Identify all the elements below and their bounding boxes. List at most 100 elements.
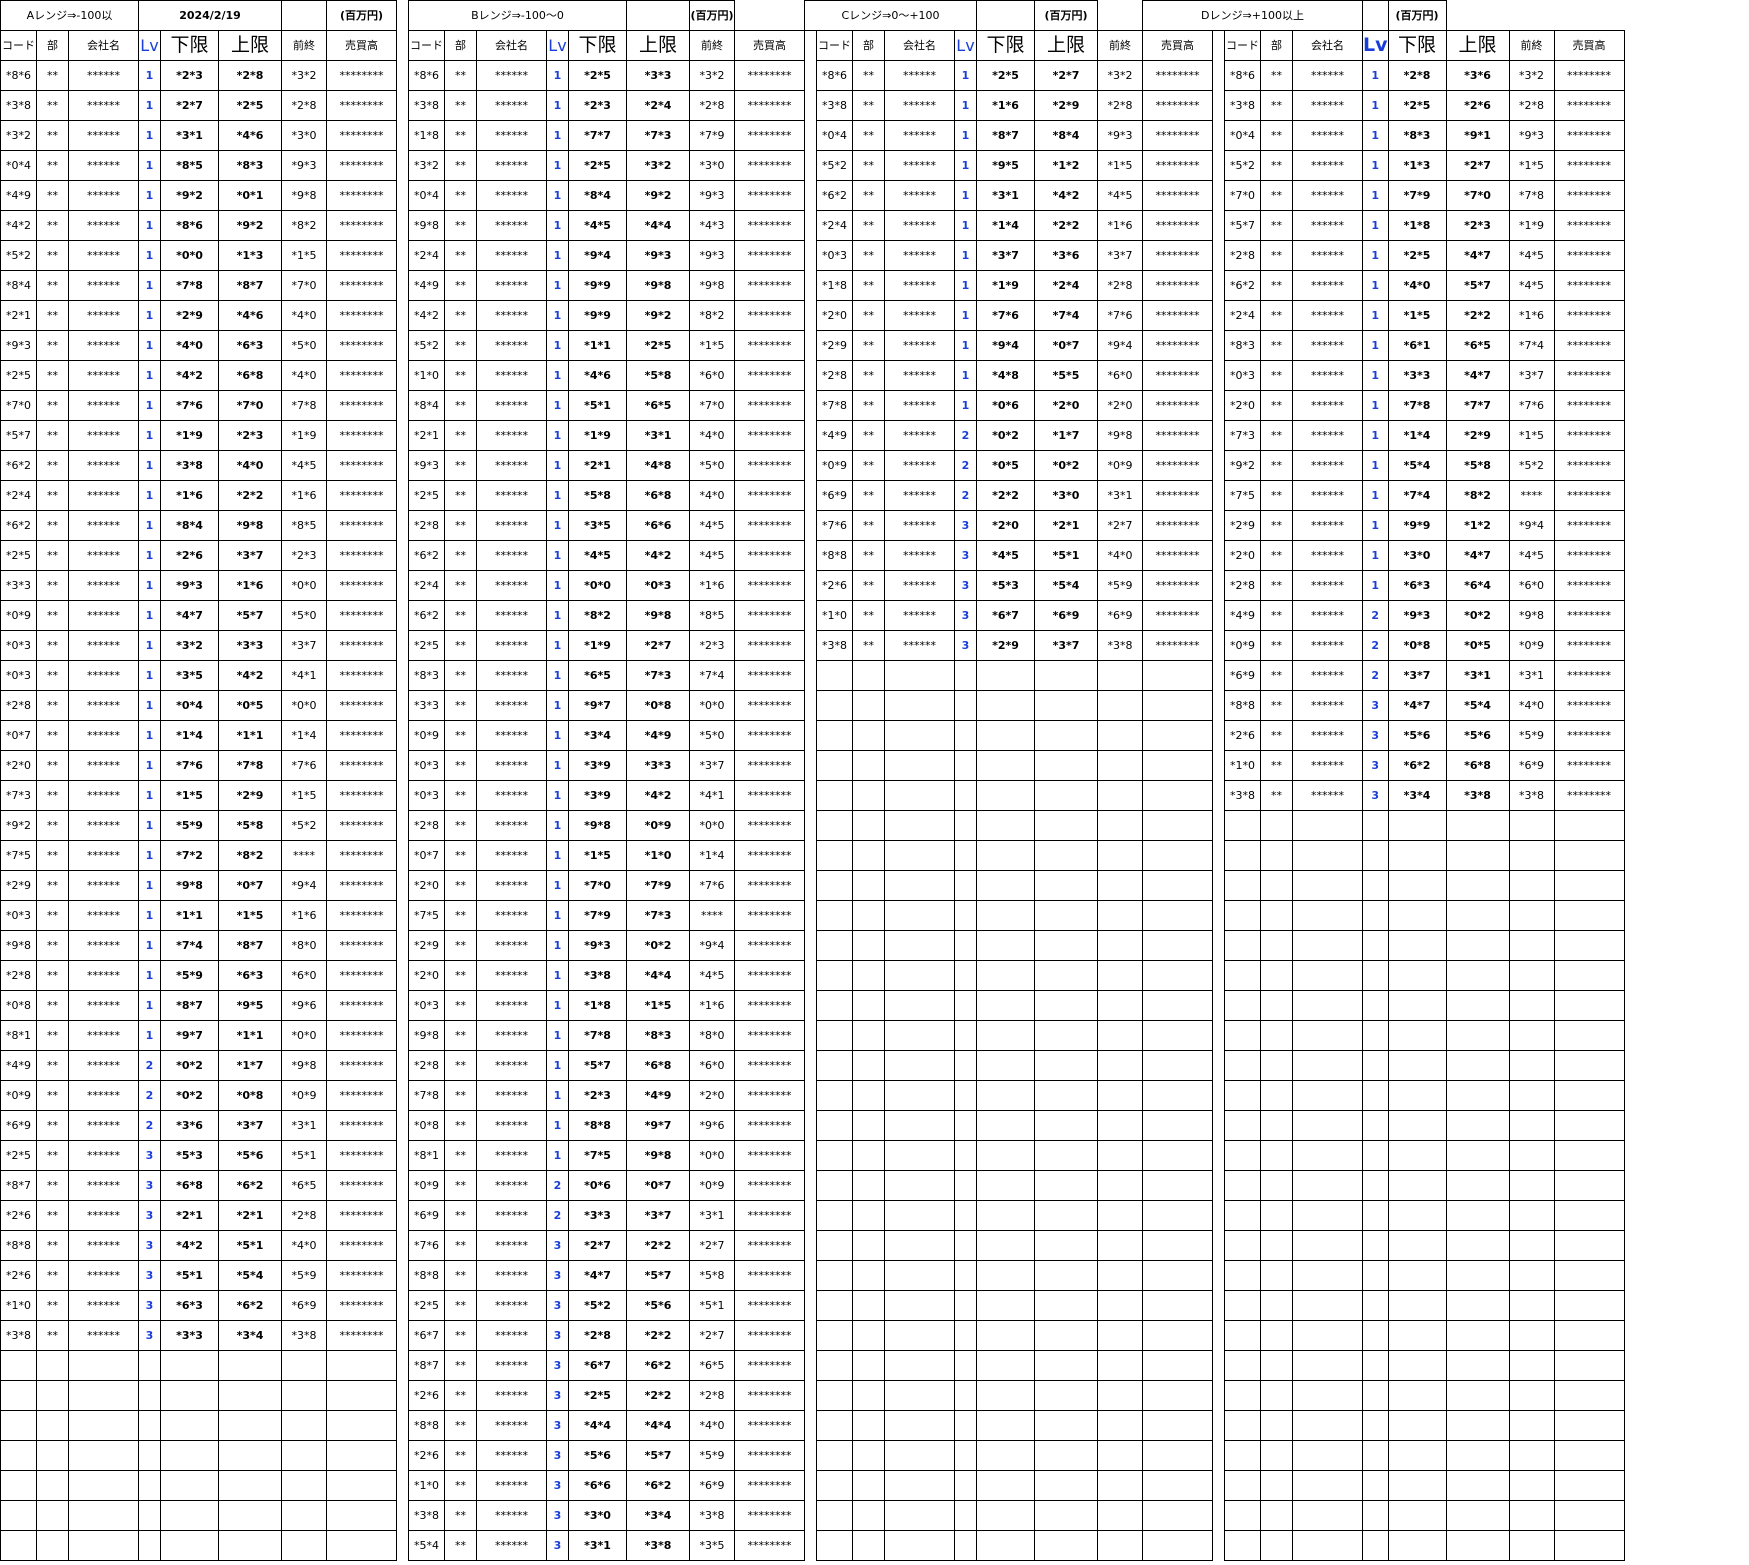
empty-cell[interactable] — [1224, 1110, 1261, 1141]
volume-cell[interactable]: ******** — [1553, 270, 1625, 301]
prev-close-cell[interactable]: *9*4 — [689, 930, 735, 961]
code-cell[interactable]: *6*2 — [408, 600, 445, 631]
lv-cell[interactable]: 2 — [1362, 660, 1389, 691]
empty-cell[interactable] — [1362, 1200, 1389, 1231]
empty-cell[interactable] — [852, 1260, 885, 1291]
bu-cell[interactable]: ** — [36, 660, 69, 691]
company-name-cell[interactable]: ****** — [476, 330, 547, 361]
prev-close-cell[interactable]: *3*0 — [281, 120, 327, 151]
bu-cell[interactable]: ** — [444, 420, 477, 451]
bu-cell[interactable]: ** — [36, 540, 69, 571]
lower-limit-cell[interactable]: *5*8 — [568, 480, 627, 511]
volume-cell[interactable]: ******** — [1553, 330, 1625, 361]
code-cell[interactable]: *2*5 — [408, 480, 445, 511]
lv-cell[interactable]: 1 — [1362, 450, 1389, 481]
prev-close-cell[interactable]: *8*2 — [281, 210, 327, 241]
empty-cell[interactable] — [976, 990, 1035, 1021]
company-name-cell[interactable]: ****** — [1292, 60, 1363, 91]
upper-limit-cell[interactable]: *9*8 — [626, 1140, 690, 1171]
prev-close-cell[interactable]: *1*5 — [1508, 420, 1555, 451]
code-cell[interactable]: *2*8 — [1224, 570, 1261, 601]
prev-close-cell[interactable]: *8*2 — [689, 300, 735, 331]
code-cell[interactable]: *2*9 — [0, 870, 37, 901]
prev-close-cell[interactable]: *5*0 — [281, 600, 327, 631]
bu-cell[interactable]: ** — [444, 510, 477, 541]
lv-cell[interactable]: 1 — [1362, 570, 1389, 601]
empty-cell[interactable] — [976, 1230, 1035, 1261]
empty-cell[interactable] — [884, 990, 955, 1021]
upper-limit-cell[interactable]: *9*1 — [1445, 120, 1510, 151]
empty-cell[interactable] — [1142, 1440, 1213, 1471]
empty-cell[interactable] — [852, 1470, 885, 1501]
empty-cell[interactable] — [1445, 1410, 1510, 1441]
company-name-cell[interactable]: ****** — [476, 300, 547, 331]
volume-cell[interactable]: ******** — [1553, 750, 1625, 781]
lv-cell[interactable]: 1 — [954, 330, 977, 361]
company-name-cell[interactable]: ****** — [1292, 660, 1363, 691]
empty-cell[interactable] — [816, 900, 853, 931]
volume-cell[interactable]: ******** — [734, 960, 805, 991]
bu-cell[interactable]: ** — [1260, 330, 1293, 361]
prev-close-cell[interactable]: *7*6 — [1508, 390, 1555, 421]
empty-cell[interactable] — [976, 870, 1035, 901]
code-cell[interactable]: *6*2 — [0, 510, 37, 541]
empty-cell[interactable] — [1362, 1050, 1389, 1081]
empty-cell[interactable] — [852, 1380, 885, 1411]
prev-close-cell[interactable]: *6*9 — [281, 1290, 327, 1321]
upper-limit-cell[interactable]: *3*7 — [218, 1110, 282, 1141]
lower-limit-cell[interactable]: *2*5 — [976, 60, 1035, 91]
code-cell[interactable]: *0*4 — [408, 180, 445, 211]
upper-limit-cell[interactable]: *6*3 — [218, 330, 282, 361]
volume-cell[interactable]: ******** — [326, 1110, 397, 1141]
prev-close-cell[interactable]: *7*6 — [281, 750, 327, 781]
code-cell[interactable]: *0*9 — [0, 1080, 37, 1111]
upper-limit-cell[interactable]: *2*2 — [626, 1320, 690, 1351]
company-name-cell[interactable]: ****** — [476, 990, 547, 1021]
empty-cell[interactable] — [1224, 810, 1261, 841]
empty-cell[interactable] — [326, 1350, 397, 1381]
code-cell[interactable]: *9*3 — [408, 450, 445, 481]
volume-cell[interactable]: ******** — [1553, 780, 1625, 811]
bu-cell[interactable]: ** — [36, 1260, 69, 1291]
prev-close-cell[interactable]: *9*6 — [689, 1110, 735, 1141]
lv-cell[interactable]: 1 — [138, 780, 161, 811]
prev-close-cell[interactable]: *9*4 — [1508, 510, 1555, 541]
code-cell[interactable]: *1*0 — [408, 360, 445, 391]
empty-cell[interactable] — [281, 1530, 327, 1561]
empty-cell[interactable] — [852, 1020, 885, 1051]
prev-close-cell[interactable]: *4*0 — [281, 300, 327, 331]
lower-limit-cell[interactable]: *4*5 — [568, 210, 627, 241]
volume-cell[interactable]: ******** — [1553, 420, 1625, 451]
company-name-cell[interactable]: ****** — [1292, 780, 1363, 811]
empty-cell[interactable] — [281, 1500, 327, 1531]
lv-cell[interactable]: 3 — [1362, 780, 1389, 811]
lv-cell[interactable]: 1 — [138, 900, 161, 931]
company-name-cell[interactable]: ****** — [68, 660, 139, 691]
code-cell[interactable]: *7*8 — [816, 390, 853, 421]
volume-cell[interactable]: ******** — [1142, 120, 1213, 151]
lower-limit-cell[interactable]: *0*0 — [160, 240, 219, 271]
prev-close-cell[interactable]: **** — [1508, 480, 1555, 511]
bu-cell[interactable]: ** — [444, 1200, 477, 1231]
code-cell[interactable]: *0*9 — [1224, 630, 1261, 661]
prev-close-cell[interactable]: *5*1 — [281, 1140, 327, 1171]
lower-limit-cell[interactable]: *3*9 — [568, 780, 627, 811]
volume-cell[interactable]: ******** — [326, 270, 397, 301]
prev-close-cell[interactable]: *6*0 — [1097, 360, 1143, 391]
bu-cell[interactable]: ** — [36, 840, 69, 871]
volume-cell[interactable]: ******** — [734, 420, 805, 451]
volume-cell[interactable]: ******** — [734, 1380, 805, 1411]
prev-close-cell[interactable]: *1*6 — [281, 480, 327, 511]
company-name-cell[interactable]: ****** — [884, 210, 955, 241]
prev-close-cell[interactable]: *0*9 — [689, 1170, 735, 1201]
empty-cell[interactable] — [1387, 990, 1447, 1021]
bu-cell[interactable]: ** — [36, 60, 69, 91]
code-cell[interactable]: *2*6 — [1224, 720, 1261, 751]
upper-limit-cell[interactable]: *4*2 — [1034, 180, 1098, 211]
lv-cell[interactable]: 1 — [546, 540, 569, 571]
lower-limit-cell[interactable]: *6*7 — [976, 600, 1035, 631]
lv-cell[interactable]: 1 — [138, 150, 161, 181]
empty-cell[interactable] — [1034, 960, 1098, 991]
lv-cell[interactable]: 3 — [546, 1350, 569, 1381]
upper-limit-cell[interactable]: *1*2 — [1445, 510, 1510, 541]
